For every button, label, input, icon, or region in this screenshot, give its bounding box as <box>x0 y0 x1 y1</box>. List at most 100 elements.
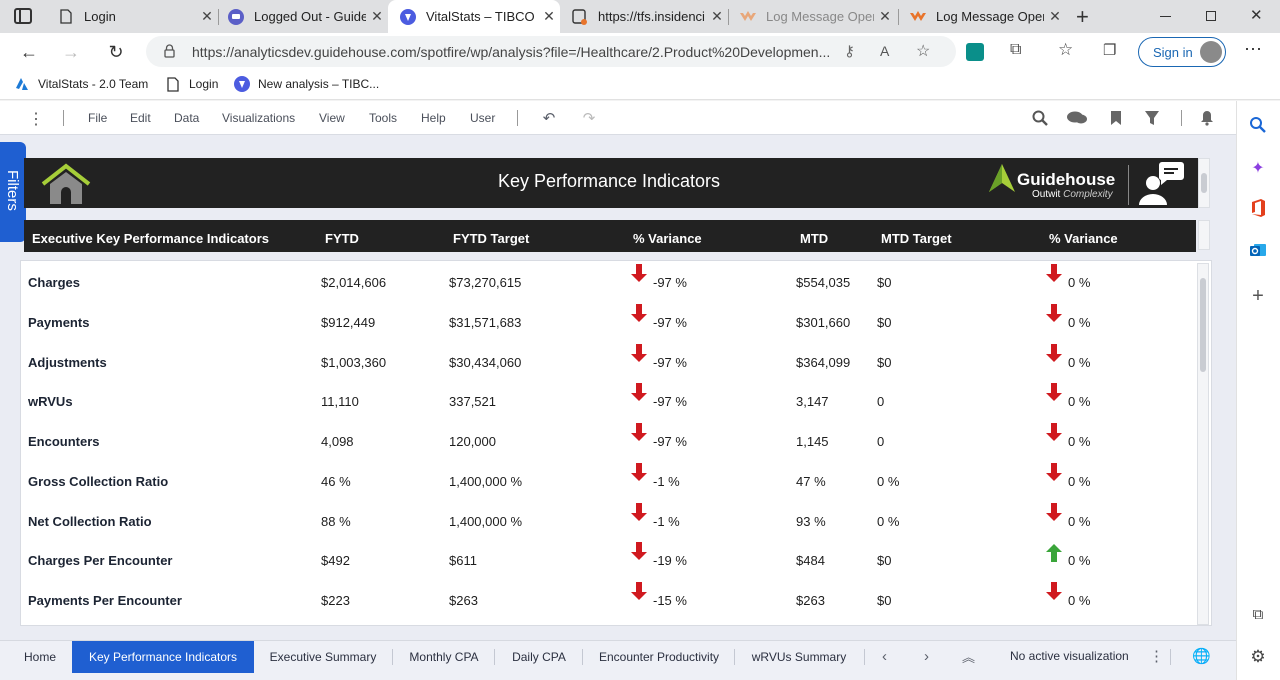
browser-tab[interactable]: Logged Out - Guide ✕ <box>216 0 388 33</box>
globe-icon[interactable]: 🌐 <box>1192 647 1211 665</box>
page-tab-bar: Home Key Performance Indicators Executiv… <box>0 640 1236 680</box>
table-row[interactable]: Payments Per Encounter $223 $263 -15 % $263 $… <box>21 579 1196 619</box>
browser-tab[interactable]: https://tfs.insidenci ✕ <box>560 0 728 33</box>
browser-tab-active[interactable]: VitalStats – TIBCO S ✕ <box>388 0 560 33</box>
favorites-icon[interactable]: ☆ <box>1058 40 1073 60</box>
undo-icon[interactable]: ↶ <box>540 109 558 127</box>
page-tab-daily-cpa[interactable]: Daily CPA <box>500 641 578 673</box>
kpi-table: Charges $2,014,606 $73,270,615 -97 % $554,03… <box>20 260 1212 626</box>
outlook-icon[interactable] <box>1247 239 1269 261</box>
bookmark-icon[interactable] <box>1107 109 1125 127</box>
refresh-icon[interactable]: ↻ <box>103 39 129 65</box>
menu-user[interactable]: User <box>470 111 495 125</box>
filters-panel-toggle[interactable]: Filters <box>0 142 26 242</box>
add-favorite-icon[interactable]: ☆ <box>916 41 930 61</box>
settings-icon[interactable]: ⚙ <box>1247 646 1269 668</box>
chevron-left-icon[interactable]: ‹ <box>882 648 887 665</box>
new-tab-icon[interactable]: + <box>1076 4 1089 30</box>
page-tab-monthly-cpa[interactable]: Monthly CPA <box>398 641 490 673</box>
window-close-icon[interactable]: ✕ <box>1250 6 1263 24</box>
browser-address-row: ← → ↻ https://analyticsdev.guidehouse.co… <box>0 33 1280 70</box>
header-scrollbar[interactable] <box>1198 220 1210 250</box>
address-bar[interactable]: https://analyticsdev.guidehouse.com/spot… <box>146 36 956 67</box>
page-tab-wrvus-summary[interactable]: wRVUs Summary <box>740 641 858 673</box>
table-scrollbar[interactable] <box>1197 263 1209 625</box>
collections-icon[interactable]: ❐ <box>1103 41 1116 59</box>
page-tab-encounter-productivity[interactable]: Encounter Productivity <box>588 641 730 673</box>
tab-actions-icon[interactable] <box>14 8 32 24</box>
close-icon[interactable]: ✕ <box>874 8 896 25</box>
table-row[interactable]: Net Collection Ratio 88 % 1,400,000 % -1 % 9… <box>21 500 1196 540</box>
menu-tools[interactable]: Tools <box>369 111 397 125</box>
column-header: FYTD Target <box>453 231 530 246</box>
search-icon[interactable] <box>1031 109 1049 127</box>
page-tab-kpi[interactable]: Key Performance Indicators <box>72 641 254 673</box>
table-row[interactable]: wRVUs 11,110 337,521 -97 % 3,147 0 0 % <box>21 380 1196 420</box>
close-icon[interactable]: ✕ <box>1044 8 1066 25</box>
menu-data[interactable]: Data <box>174 111 199 125</box>
split-screen-icon[interactable]: ⧉ <box>1247 603 1269 625</box>
forward-icon[interactable]: → <box>58 39 84 65</box>
chevron-right-icon[interactable]: › <box>924 648 929 665</box>
back-icon[interactable]: ← <box>16 39 42 65</box>
favorite-link[interactable]: New analysis – TIBC... <box>234 76 379 92</box>
table-row[interactable]: Encounters 4,098 120,000 -97 % 1,145 0 0 % <box>21 420 1196 460</box>
close-icon[interactable]: ✕ <box>196 8 218 25</box>
extension-icon[interactable] <box>966 43 984 61</box>
menu-view[interactable]: View <box>319 111 345 125</box>
favorite-link[interactable]: VitalStats - 2.0 Team <box>14 76 148 92</box>
filter-icon[interactable] <box>1143 109 1161 127</box>
kpi-value: 1,400,000 % <box>449 513 523 529</box>
copilot-icon[interactable]: ✦ <box>1247 157 1269 179</box>
banner-scrollbar[interactable] <box>1198 158 1210 208</box>
close-icon[interactable]: ✕ <box>706 8 728 25</box>
kpi-value: -1 % <box>653 473 680 489</box>
close-icon[interactable]: ✕ <box>538 8 560 25</box>
table-row[interactable]: Charges Per Encounter $492 $611 -19 % $484 $0… <box>21 539 1196 579</box>
more-vertical-icon[interactable]: ⋮ <box>1149 647 1164 665</box>
arrow-down-icon <box>1046 423 1062 441</box>
kpi-value: 0 % <box>877 513 900 529</box>
table-row[interactable]: Gross Collection Ratio 46 % 1,400,000 % -1 … <box>21 460 1196 500</box>
kpi-value: 0 <box>877 434 885 449</box>
close-icon[interactable]: ✕ <box>366 8 388 25</box>
redo-icon[interactable]: ↷ <box>580 109 598 127</box>
kpi-name: Encounters <box>28 434 100 449</box>
menu-edit[interactable]: Edit <box>130 111 151 125</box>
table-row[interactable]: Payments $912,449 $31,571,683 -97 % $301,660… <box>21 301 1196 341</box>
browser-tab[interactable]: Log Message Opera ✕ <box>898 0 1066 33</box>
page-tab-executive-summary[interactable]: Executive Summary <box>258 641 388 673</box>
more-vertical-icon[interactable]: ⋮ <box>28 109 44 129</box>
table-row[interactable]: Charges $2,014,606 $73,270,615 -97 % $554,03… <box>21 261 1196 301</box>
comments-icon[interactable] <box>1066 109 1088 127</box>
more-icon[interactable]: ⋯ <box>1244 39 1262 60</box>
read-aloud-icon[interactable]: A <box>880 43 889 59</box>
kpi-value: $2,014,606 <box>321 275 387 290</box>
menu-file[interactable]: File <box>88 111 107 125</box>
favorite-link[interactable]: Login <box>165 76 218 92</box>
add-icon[interactable]: + <box>1247 285 1269 307</box>
key-icon[interactable]: ⚷ <box>844 42 855 60</box>
search-icon[interactable] <box>1247 114 1269 136</box>
devops-icon <box>572 8 588 25</box>
menu-visualizations[interactable]: Visualizations <box>222 111 295 125</box>
sign-in-button[interactable]: Sign in <box>1138 37 1226 67</box>
menu-help[interactable]: Help <box>421 111 446 125</box>
chevron-up-double-icon[interactable]: ︽ <box>962 647 975 666</box>
browser-tab[interactable]: Log Message Opera ✕ <box>728 0 896 33</box>
url-text: https://analyticsdev.guidehouse.com/spot… <box>192 43 831 60</box>
extensions-puzzle-icon[interactable]: ⧉ <box>1010 41 1021 59</box>
table-row[interactable]: Adjustments $1,003,360 $30,434,060 -97 % $36… <box>21 341 1196 381</box>
kpi-value: 0 % <box>1068 314 1091 330</box>
restore-icon[interactable] <box>1206 11 1216 21</box>
kpi-value: 11,110 <box>321 394 359 410</box>
arrow-down-icon <box>631 303 647 322</box>
minimize-icon[interactable] <box>1160 16 1171 17</box>
postman-icon <box>910 9 926 25</box>
tab-title: VitalStats – TIBCO S <box>426 9 538 24</box>
user-feedback-icon[interactable] <box>1137 161 1185 210</box>
browser-tab[interactable]: Login ✕ <box>46 0 218 33</box>
notifications-icon[interactable] <box>1198 109 1216 127</box>
office-icon[interactable] <box>1247 197 1269 219</box>
page-tab-home[interactable]: Home <box>12 641 68 673</box>
